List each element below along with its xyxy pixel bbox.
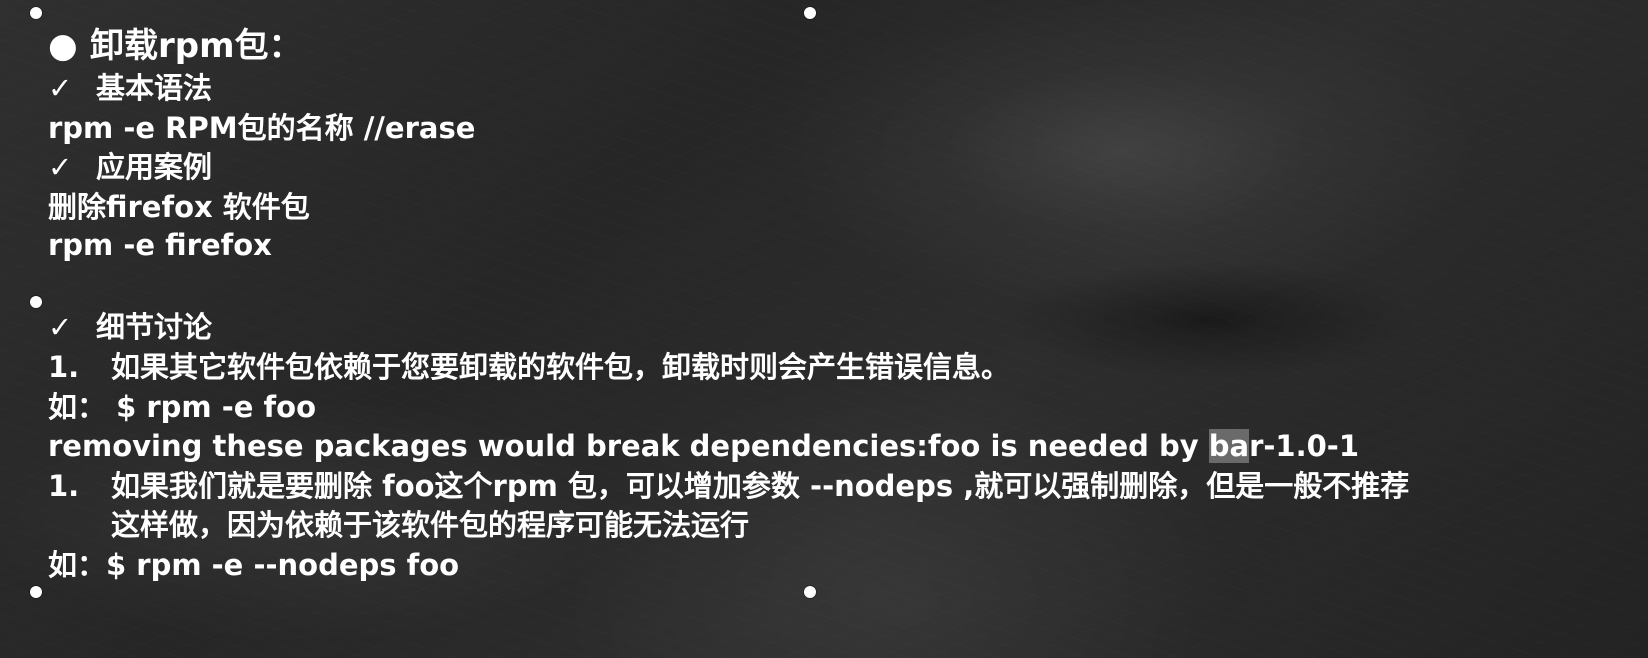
details-heading-line: ✓ 细节讨论	[48, 308, 212, 346]
detail-2-text-line-1: 如果我们就是要删除 foo这个rpm 包，可以增加参数 --nodeps ,就可…	[111, 469, 1410, 503]
detail-1-line: 1. 如果其它软件包依赖于您要卸载的软件包，卸载时则会产生错误信息。	[48, 348, 1010, 386]
detail-1-output-line: removing these packages would break depe…	[48, 427, 1359, 465]
detail-1-output-prefix: removing these packages would break depe…	[48, 429, 1209, 463]
detail-2-example: 如：$ rpm -e --nodeps foo	[48, 548, 460, 582]
detail-1-text: 如果其它软件包依赖于您要卸载的软件包，卸载时则会产生错误信息。	[111, 350, 1011, 384]
resize-handle-bottom-center[interactable]	[804, 586, 816, 598]
bullet-icon: ●	[48, 26, 78, 66]
detail-1-number: 1.	[48, 350, 80, 384]
detail-2-text-line-2: 这样做，因为依赖于该软件包的程序可能无法运行	[111, 508, 750, 542]
syntax-heading: 基本语法	[96, 71, 213, 105]
syntax-text: rpm -e RPM包的名称 //erase	[48, 111, 476, 145]
detail-1-example: 如： $ rpm -e foo	[48, 390, 317, 424]
resize-handle-bottom-left[interactable]	[30, 586, 42, 598]
resize-handle-top-left[interactable]	[30, 7, 42, 19]
details-heading: 细节讨论	[96, 310, 213, 344]
check-icon: ✓	[48, 71, 73, 105]
slide-title-line: ● 卸载rpm包：	[48, 26, 303, 66]
detail-1-output-suffix: r-1.0-1	[1249, 429, 1360, 463]
chalkboard-slide: ● 卸载rpm包： ✓ 基本语法 rpm -e RPM包的名称 //erase ✓ 应…	[0, 0, 1648, 658]
detail-2-continuation-line: 这样做，因为依赖于该软件包的程序可能无法运行	[111, 506, 749, 544]
resize-handle-top-center[interactable]	[804, 7, 816, 19]
detail-2-line: 1. 如果我们就是要删除 foo这个rpm 包，可以增加参数 --nodeps ,…	[48, 467, 1409, 505]
example-heading-line: ✓ 应用案例	[48, 148, 212, 186]
example-heading: 应用案例	[96, 150, 213, 184]
slide-title: 卸载rpm包：	[90, 26, 303, 66]
check-icon: ✓	[48, 310, 73, 344]
check-icon: ✓	[48, 150, 73, 184]
detail-2-number: 1.	[48, 469, 80, 503]
text-selection-highlight[interactable]: ba	[1208, 429, 1250, 463]
resize-handle-middle-left[interactable]	[30, 296, 42, 308]
example-command: rpm -e firefox	[48, 228, 272, 262]
syntax-heading-line: ✓ 基本语法	[48, 69, 212, 107]
example-description: 删除firefox 软件包	[48, 190, 310, 224]
